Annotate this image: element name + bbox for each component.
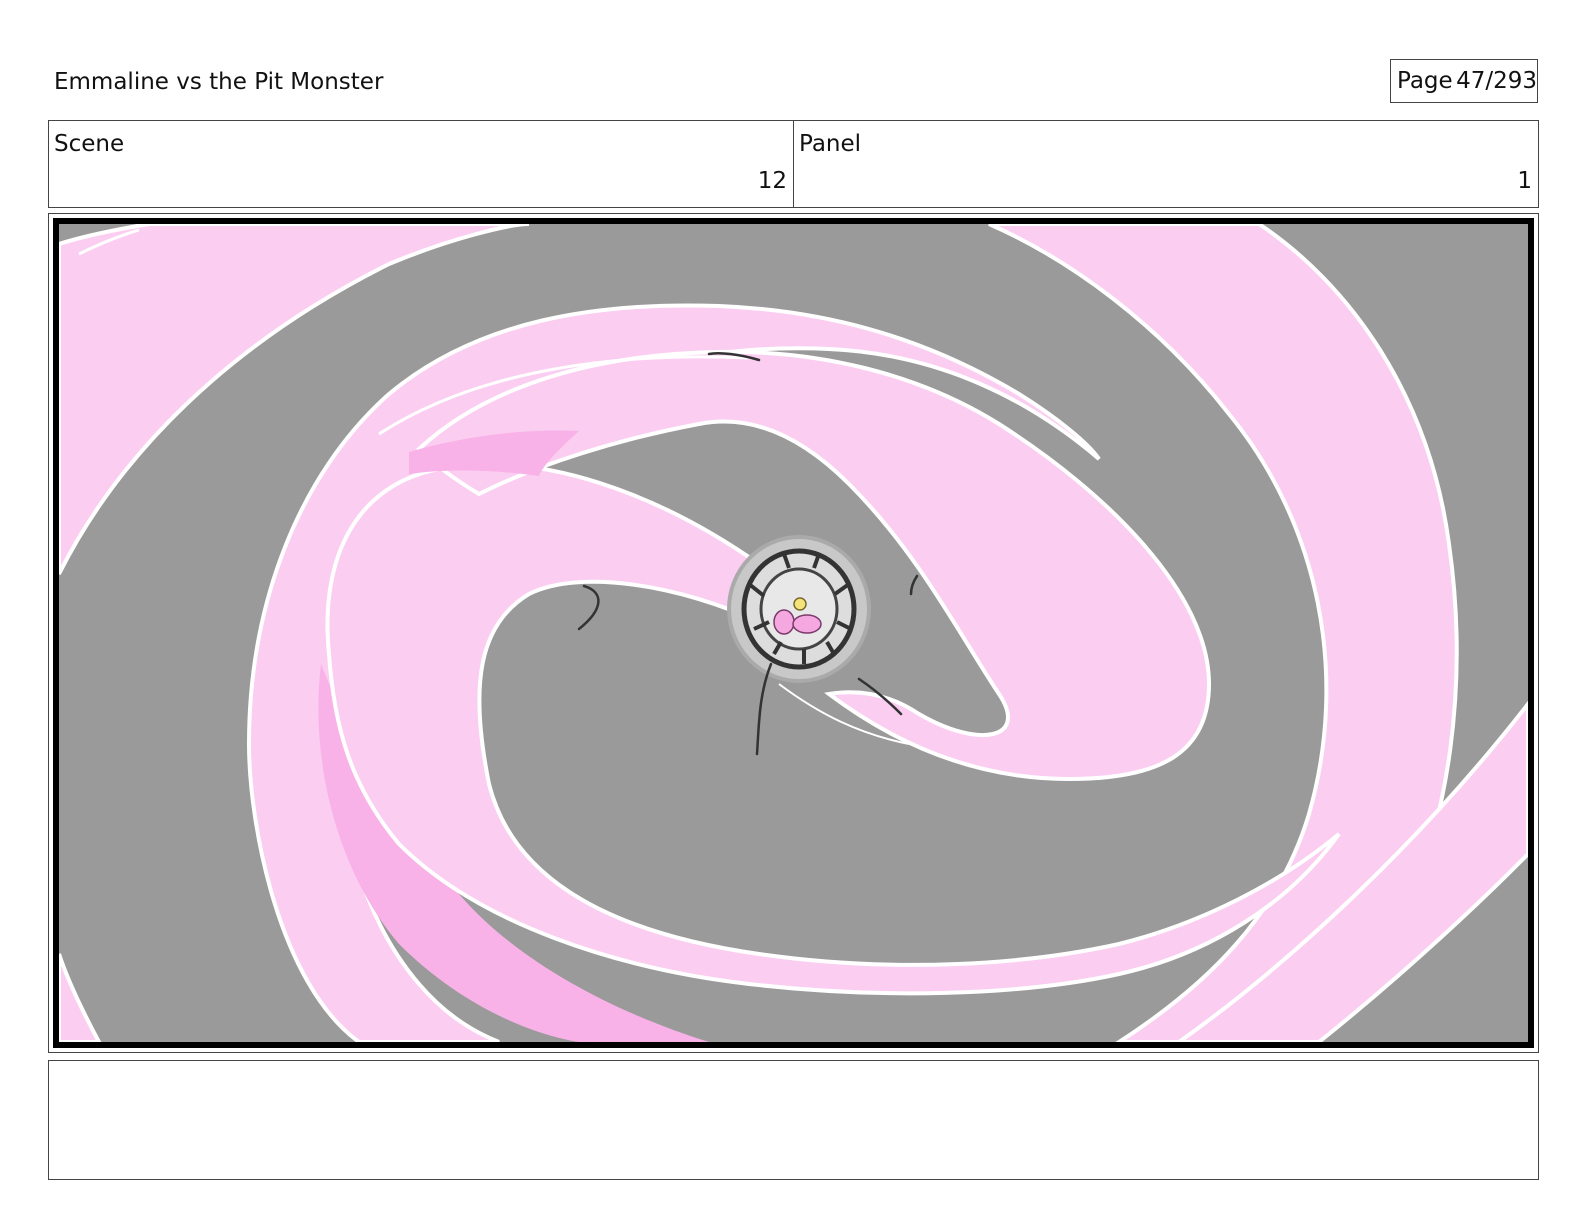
scene-cell: Scene 12 [49, 121, 793, 207]
swirl-pit-illustration [59, 224, 1528, 1042]
page-number: 47/293 [1456, 68, 1537, 94]
panel-label: Panel [799, 131, 862, 157]
panel-cell: Panel 1 [793, 121, 1538, 207]
scene-panel-header: Scene 12 Panel 1 [48, 120, 1539, 208]
document-title: Emmaline vs the Pit Monster [54, 69, 384, 95]
scene-number: 12 [757, 168, 787, 194]
panel-notes [48, 1060, 1539, 1180]
page-indicator: Page 47/293 [1390, 59, 1538, 103]
page-label: Page [1397, 68, 1453, 94]
scene-label: Scene [54, 131, 125, 157]
panel-image [53, 218, 1534, 1048]
panel-number: 1 [1517, 168, 1532, 194]
storyboard-frame [48, 213, 1539, 1053]
